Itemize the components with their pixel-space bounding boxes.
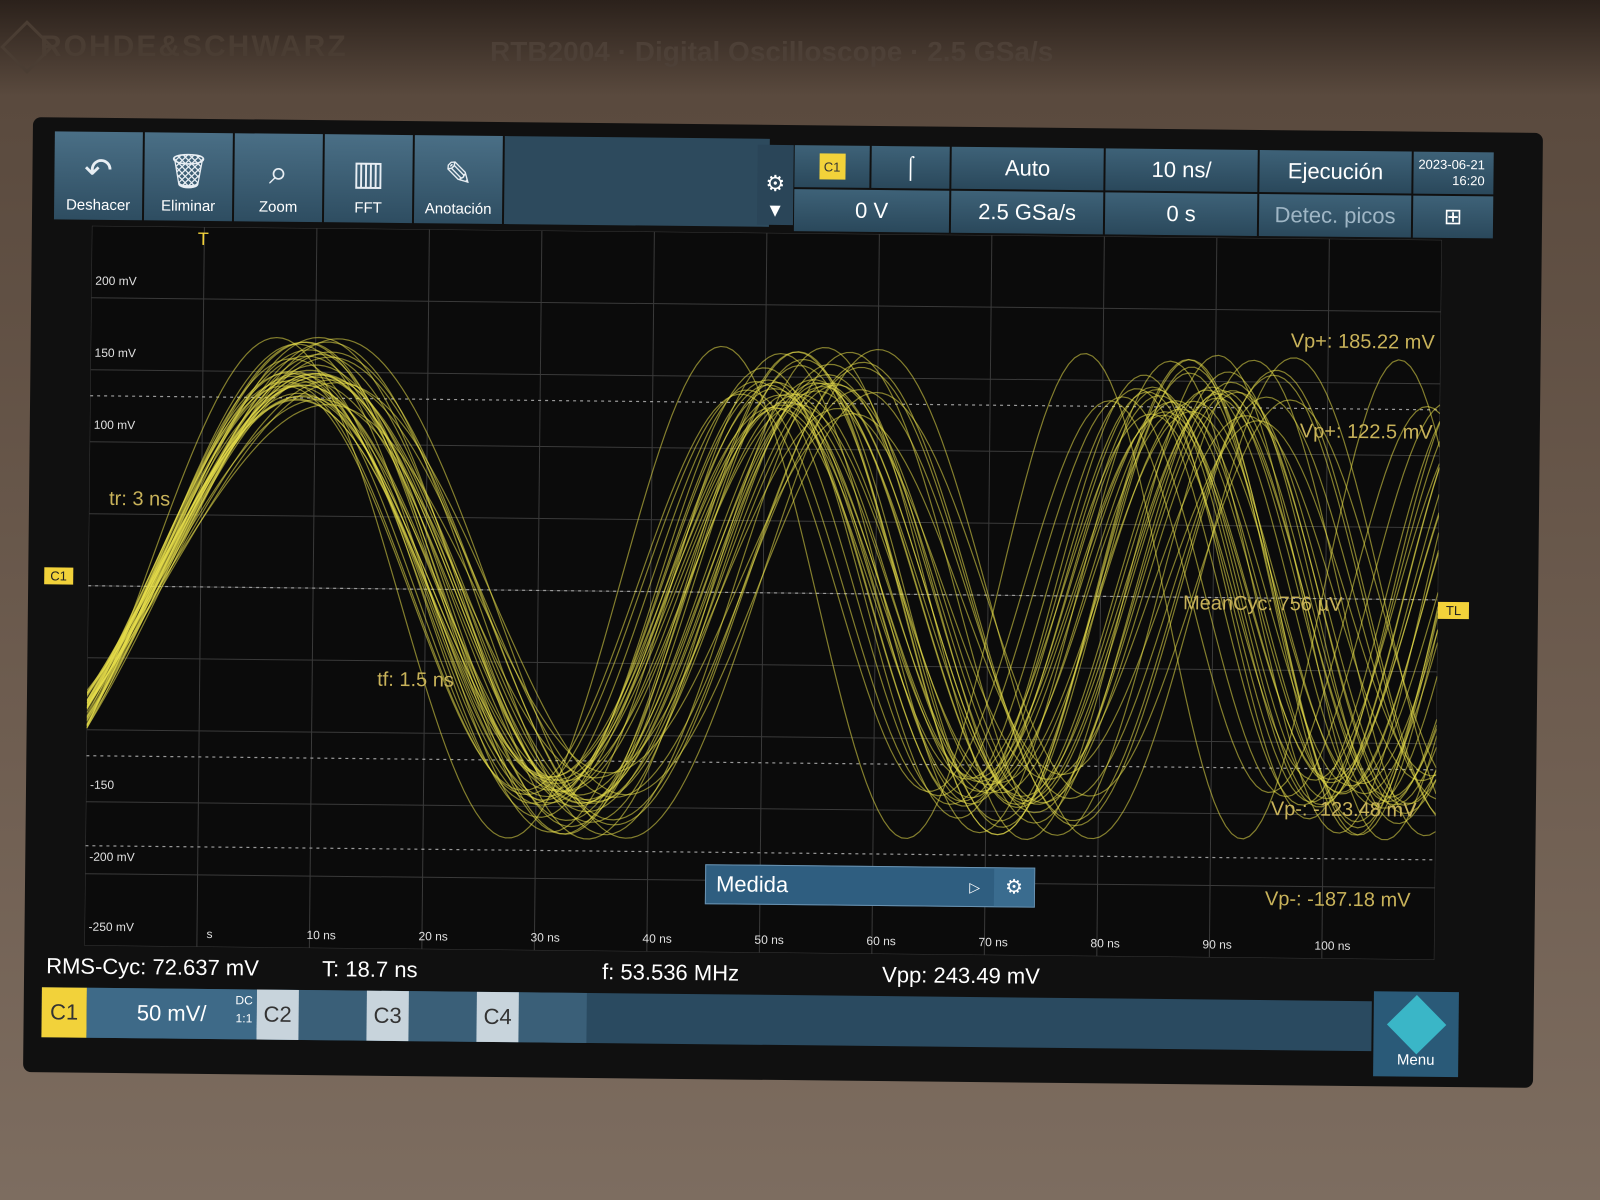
- x-label-90: 90 ns: [1202, 937, 1232, 952]
- trigger-level[interactable]: 0 V: [793, 189, 950, 233]
- channel-1-coupling: DC 1:1: [235, 991, 253, 1027]
- menu-button[interactable]: Menu: [1373, 991, 1459, 1078]
- oscilloscope-housing: ROHDE&SCHWARZ RTB2004 · Digital Oscillos…: [0, 0, 1600, 1200]
- x-label-100: 100 ns: [1314, 938, 1351, 953]
- timebase[interactable]: 10 ns/: [1105, 148, 1258, 192]
- fft-label: FFT: [354, 199, 382, 217]
- acquisition-header: C1 ⌠ Auto 10 ns/ Ejecución 2023-06-21 16…: [793, 145, 1494, 239]
- frequency-value: f: 53.536 MHz: [601, 959, 740, 986]
- delete-label: Eliminar: [160, 197, 216, 216]
- date: 2023-06-21: [1418, 156, 1485, 173]
- measurement-popup[interactable]: Medida ▷ ⚙: [704, 864, 1036, 908]
- y-label-100: 100 mV: [93, 417, 136, 433]
- channel-2-button[interactable]: C2: [256, 989, 367, 1041]
- zoom-label: Zoom: [258, 198, 298, 216]
- channel-1-scale[interactable]: 50 mV/ DC 1:1: [86, 987, 257, 1040]
- trigger-slope-icon[interactable]: ⌠: [871, 145, 950, 189]
- trigger-source: C1: [818, 153, 846, 180]
- zoom-icon: ⌕: [268, 153, 289, 192]
- toolbar: ↶ Deshacer 🗑 Eliminar ⌕ Zoom ▥ FFT ✎ Ano…: [53, 131, 770, 227]
- toolbar-spacer: [503, 136, 770, 227]
- measurement-popup-label: Medida: [715, 871, 789, 898]
- x-label-30: 30 ns: [530, 930, 560, 945]
- expand-arrow-icon[interactable]: ▷: [969, 878, 980, 895]
- sample-rate[interactable]: 2.5 GSa/s: [950, 190, 1104, 235]
- channel-4-label: C4: [476, 991, 519, 1043]
- vp-minus-annotation-1: Vp-: -123.48 mV: [1270, 798, 1417, 822]
- settings-gear-icon[interactable]: ⚙ ▾: [756, 144, 794, 226]
- annotation-button[interactable]: ✎ Anotación: [413, 135, 503, 225]
- undo-button[interactable]: ↶ Deshacer: [53, 131, 143, 221]
- mean-cyc-annotation: MeanCyc: 756 µV: [1182, 592, 1343, 616]
- vp-plus-annotation-2: Vp+: 122.5 mV: [1299, 420, 1433, 444]
- channel-2-label: C2: [256, 989, 299, 1040]
- x-label-50: 50 ns: [754, 932, 784, 948]
- horizontal-position[interactable]: 0 s: [1104, 192, 1258, 236]
- x-label-60: 60 ns: [866, 933, 896, 949]
- trash-icon: 🗑: [166, 152, 211, 191]
- x-label-0: s: [206, 926, 213, 942]
- vp-minus-annotation-2: Vp-: -187.18 mV: [1264, 888, 1411, 912]
- rms-cyc-value: RMS-Cyc: 72.637 mV: [46, 953, 260, 981]
- channel-1-button[interactable]: C1: [41, 987, 87, 1038]
- trigger-source-cell[interactable]: C1: [794, 145, 870, 188]
- vp-plus-annotation-1: Vp+: 185.22 mV: [1290, 330, 1435, 354]
- channel-3-button[interactable]: C3: [366, 990, 477, 1042]
- delete-button[interactable]: 🗑 Eliminar: [143, 132, 233, 222]
- y-label-150: 150 mV: [94, 345, 137, 361]
- acquisition-mode[interactable]: Detec. picos: [1258, 193, 1412, 238]
- date-time: 2023-06-21 16:20: [1413, 151, 1494, 195]
- undo-label: Deshacer: [65, 196, 131, 215]
- y-label-neg250: -250 mV: [88, 919, 134, 935]
- measurement-settings-gear-icon[interactable]: ⚙: [993, 868, 1035, 907]
- x-label-70: 70 ns: [978, 935, 1008, 950]
- network-icon[interactable]: ⊞: [1412, 195, 1494, 239]
- waveform-display[interactable]: 200 mV 150 mV 100 mV -150 -200 mV -250 m…: [84, 225, 1442, 960]
- channel-1-probe-ratio: 1:1: [235, 1011, 253, 1026]
- undo-icon: ↶: [84, 151, 113, 190]
- fft-button[interactable]: ▥ FFT: [323, 134, 413, 224]
- y-label-200: 200 mV: [95, 273, 137, 289]
- channel-offset-marker[interactable]: C1: [44, 567, 73, 585]
- model-name: RTB2004 · Digital Oscilloscope · 2.5 GSa…: [490, 36, 1054, 67]
- zoom-button[interactable]: ⌕ Zoom: [233, 133, 323, 223]
- channel-1-coupling-mode: DC: [235, 993, 253, 1008]
- period-value: T: 18.7 ns: [322, 956, 418, 983]
- rs-logo-icon: [1386, 994, 1446, 1055]
- channel-4-button[interactable]: C4: [476, 991, 587, 1043]
- vpp-value: Vpp: 243.49 mV: [881, 962, 1041, 989]
- rise-time-annotation: tr: 3 ns: [108, 487, 171, 511]
- annotation-label: Anotación: [424, 200, 492, 218]
- channel-3-label: C3: [366, 990, 409, 1042]
- y-label-neg150: -150: [89, 777, 115, 793]
- x-label-20: 20 ns: [418, 929, 448, 944]
- fft-icon: ▥: [352, 154, 385, 193]
- scope-screen: ↶ Deshacer 🗑 Eliminar ⌕ Zoom ▥ FFT ✎ Ano…: [23, 117, 1543, 1088]
- fall-time-annotation: tf: 1.5 ns: [377, 668, 454, 692]
- time: 16:20: [1452, 172, 1485, 189]
- y-label-neg200: -200 mV: [89, 849, 135, 865]
- brand-name: ROHDE&SCHWARZ: [40, 30, 348, 63]
- trigger-position-marker[interactable]: T: [198, 229, 209, 250]
- pencil-icon: ✎: [444, 155, 473, 194]
- x-label-40: 40 ns: [642, 931, 672, 946]
- trigger-level-marker[interactable]: TL: [1437, 601, 1470, 620]
- x-label-80: 80 ns: [1090, 936, 1120, 951]
- channel-1-volts-per-div: 50 mV/: [136, 1000, 207, 1026]
- x-label-10: 10 ns: [306, 928, 336, 943]
- trigger-mode[interactable]: Auto: [951, 146, 1104, 191]
- run-state[interactable]: Ejecución: [1259, 149, 1412, 194]
